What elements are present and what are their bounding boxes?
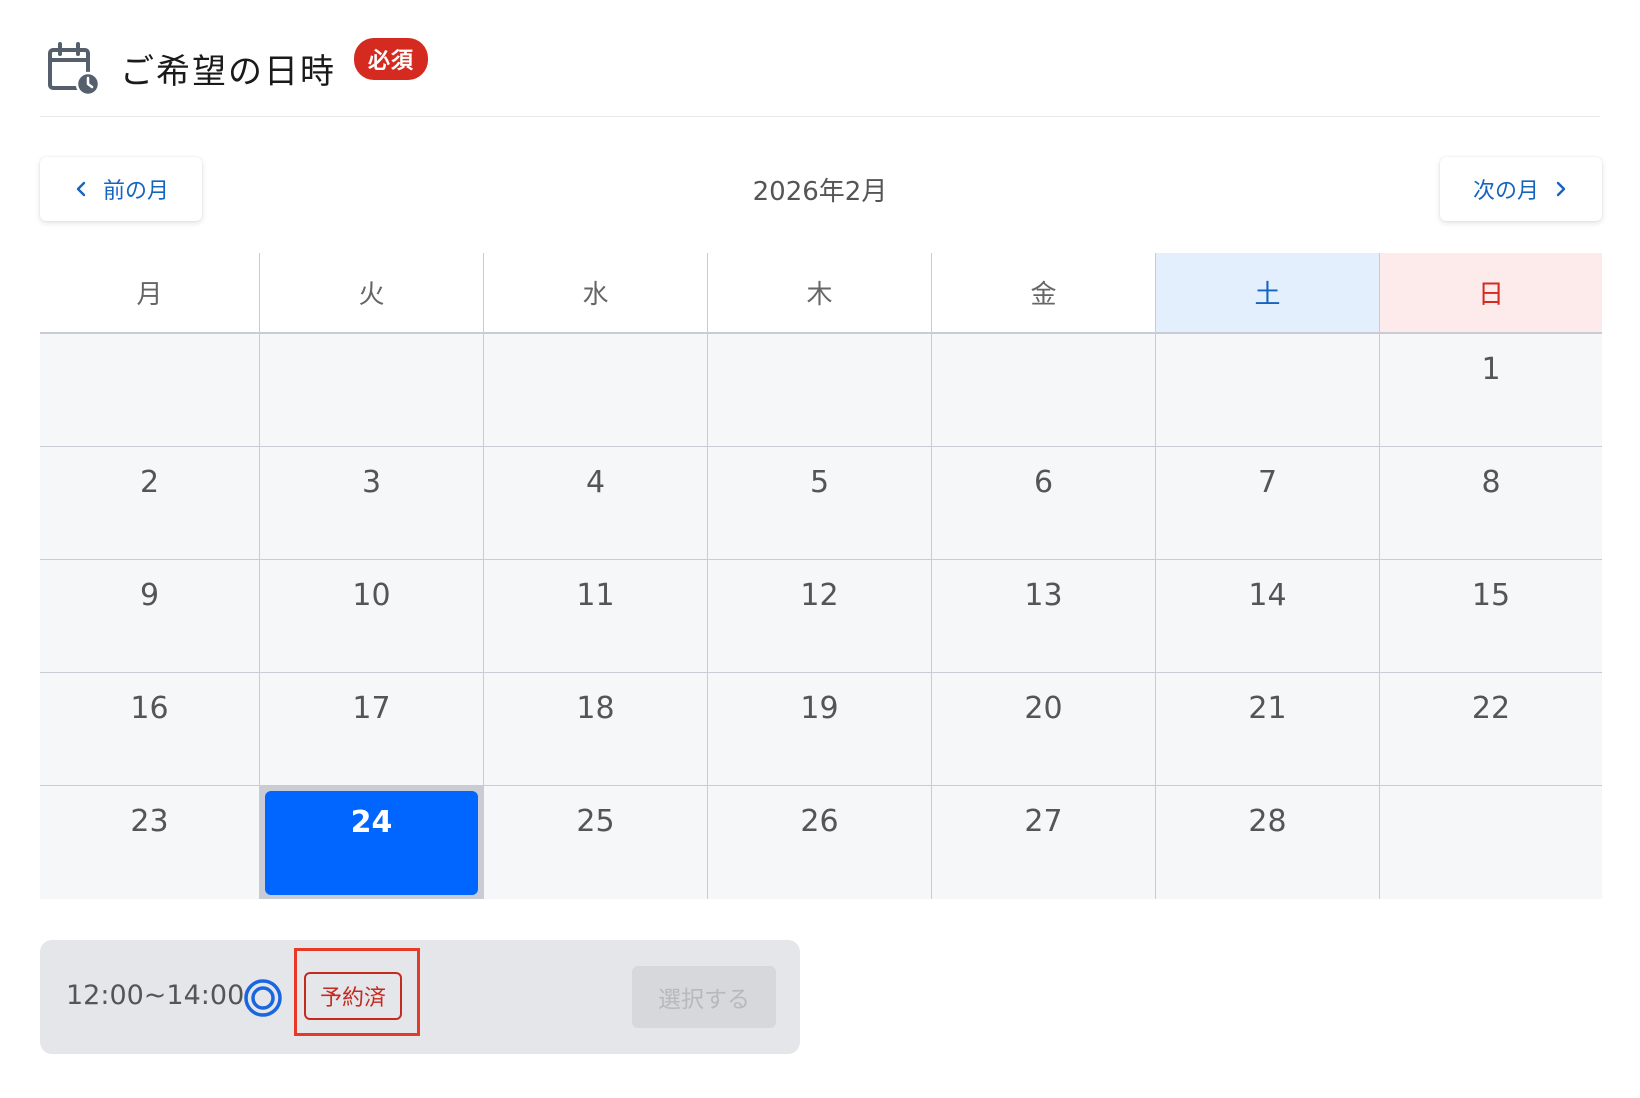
- calendar-clock-icon: [48, 42, 101, 97]
- calendar-day[interactable]: 17: [259, 673, 483, 786]
- calendar-day[interactable]: 6: [931, 447, 1155, 560]
- booked-status-badge: 予約済: [304, 972, 402, 1020]
- calendar-day[interactable]: 15: [1379, 560, 1602, 673]
- weekday-header-sat: 土: [1155, 253, 1379, 334]
- calendar-day-empty: [1155, 334, 1379, 447]
- page-title: ご希望の日時: [120, 52, 336, 92]
- calendar-day[interactable]: 22: [1379, 673, 1602, 786]
- calendar-day[interactable]: 13: [931, 560, 1155, 673]
- double-circle-icon: [244, 979, 282, 1017]
- calendar-day[interactable]: 12: [707, 560, 931, 673]
- next-month-button[interactable]: 次の月: [1440, 157, 1602, 221]
- calendar-day-selected[interactable]: 24: [259, 786, 483, 899]
- calendar-day[interactable]: 25: [483, 786, 707, 899]
- calendar-day[interactable]: 14: [1155, 560, 1379, 673]
- calendar-day[interactable]: 3: [259, 447, 483, 560]
- calendar-day-empty: [931, 334, 1155, 447]
- calendar-day[interactable]: 1: [1379, 334, 1602, 447]
- calendar-day[interactable]: 21: [1155, 673, 1379, 786]
- chevron-right-icon: [1556, 181, 1566, 197]
- calendar-day-empty: [40, 334, 259, 447]
- calendar-day[interactable]: 23: [40, 786, 259, 899]
- calendar-day[interactable]: 20: [931, 673, 1155, 786]
- calendar-day[interactable]: 5: [707, 447, 931, 560]
- calendar-day[interactable]: 10: [259, 560, 483, 673]
- selected-day-label: 24: [265, 791, 478, 895]
- weekday-header-sun: 日: [1379, 253, 1602, 334]
- calendar-day[interactable]: 27: [931, 786, 1155, 899]
- calendar-day[interactable]: 26: [707, 786, 931, 899]
- calendar-day[interactable]: 8: [1379, 447, 1602, 560]
- calendar-day-empty: [707, 334, 931, 447]
- calendar-day[interactable]: 16: [40, 673, 259, 786]
- prev-month-label: 前の月: [102, 179, 169, 204]
- current-month-label: 2026年2月: [752, 177, 888, 207]
- calendar-day[interactable]: 19: [707, 673, 931, 786]
- chevron-left-icon: [76, 181, 86, 197]
- calendar-day[interactable]: 9: [40, 560, 259, 673]
- calendar-day-empty: [259, 334, 483, 447]
- weekday-header-thu: 木: [707, 253, 931, 334]
- calendar-day-empty: [483, 334, 707, 447]
- calendar-grid: 月 火 水 木 金 土 日 1 2 3 4 5 6 7 8 9 10 11 12…: [40, 253, 1602, 899]
- weekday-header-fri: 金: [931, 253, 1155, 334]
- weekday-header-wed: 水: [483, 253, 707, 334]
- calendar-day[interactable]: 4: [483, 447, 707, 560]
- prev-month-button[interactable]: 前の月: [40, 157, 202, 221]
- calendar-day[interactable]: 2: [40, 447, 259, 560]
- calendar-day[interactable]: 11: [483, 560, 707, 673]
- section-header: ご希望の日時 必須: [40, 36, 1600, 117]
- time-slot-time: 12:00~14:00: [66, 980, 245, 1011]
- calendar-day-empty: [1379, 786, 1602, 899]
- required-badge: 必須: [354, 38, 429, 80]
- time-slot-row: 12:00~14:00 予約済 選択する: [40, 940, 800, 1054]
- weekday-header-mon: 月: [40, 253, 259, 334]
- calendar-day[interactable]: 28: [1155, 786, 1379, 899]
- next-month-label: 次の月: [1472, 179, 1539, 204]
- calendar-day[interactable]: 18: [483, 673, 707, 786]
- calendar-day[interactable]: 7: [1155, 447, 1379, 560]
- select-slot-button[interactable]: 選択する: [632, 966, 776, 1028]
- weekday-header-tue: 火: [259, 253, 483, 334]
- page: ご希望の日時 必須 前の月 2026年2月 次の月 月 火 水 木 金 土 日 …: [0, 0, 1640, 1098]
